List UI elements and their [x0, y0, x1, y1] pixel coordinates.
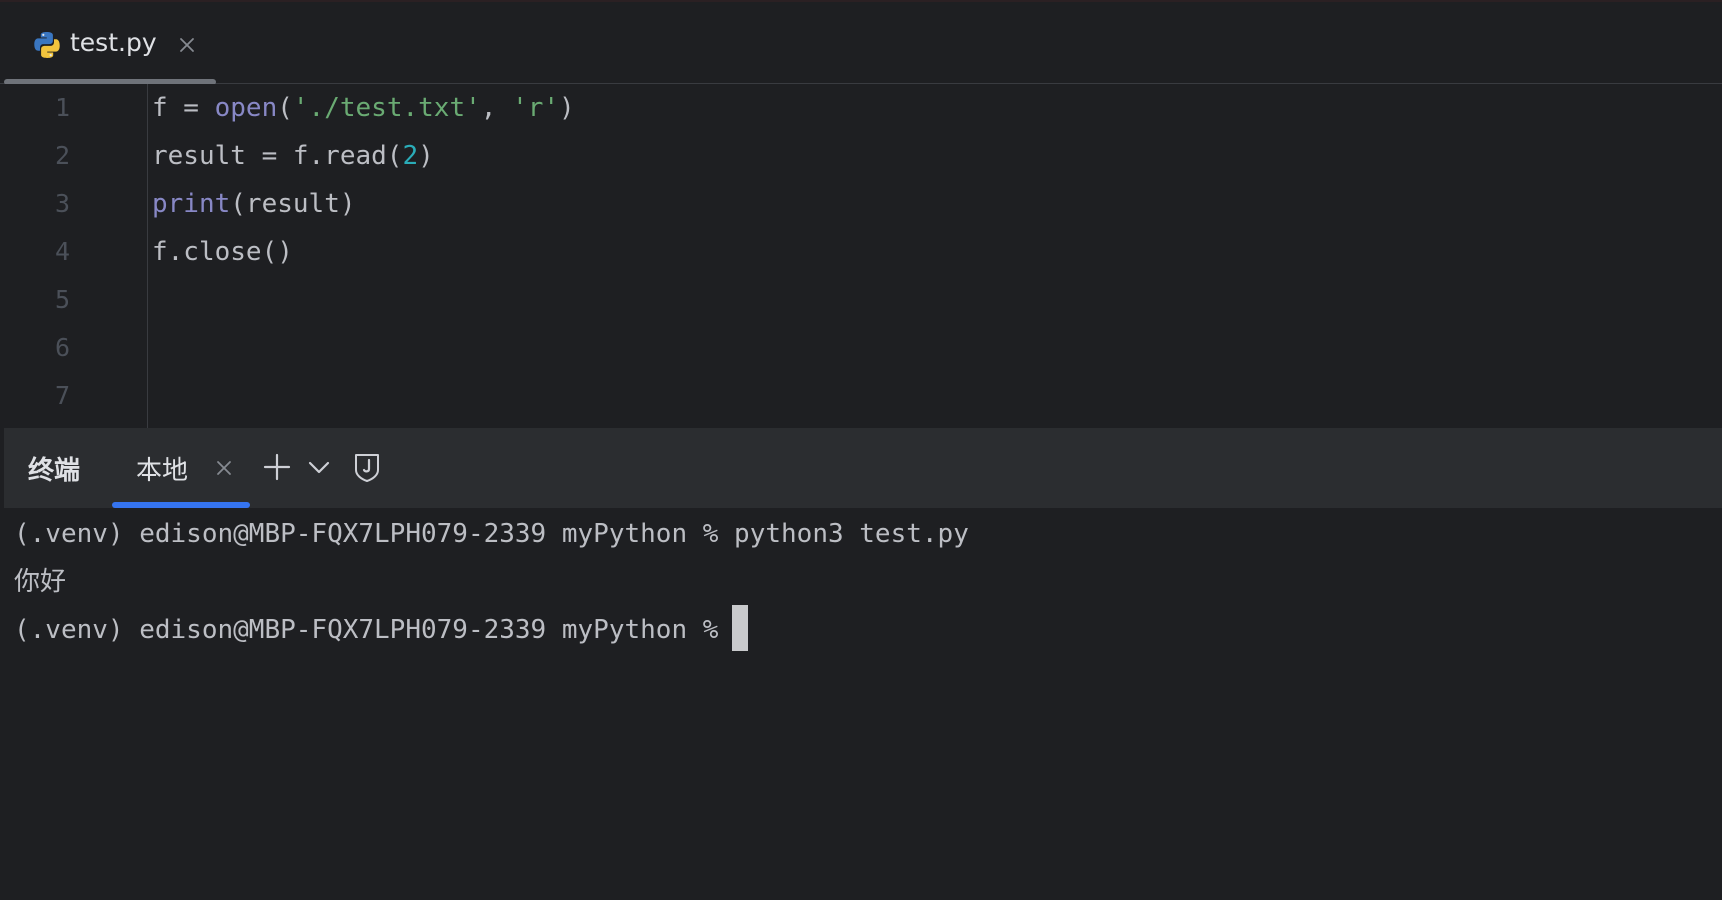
code-token: 2 [402, 141, 419, 171]
line-number: 5 [54, 285, 70, 314]
editor-tab-label: test.py [70, 28, 157, 57]
code-token: result = f.read( [152, 141, 403, 171]
code-token: './test.txt' [292, 93, 481, 123]
shield-icon[interactable] [350, 450, 384, 484]
code-token: ) [559, 93, 575, 123]
code-token: f = [152, 93, 215, 123]
close-icon[interactable] [174, 32, 200, 58]
editor-tab-test-py[interactable]: test.py [4, 2, 216, 85]
line-number: 7 [54, 381, 70, 410]
code-token: 'r' [512, 93, 560, 123]
line-number: 4 [54, 237, 70, 266]
code-line[interactable]: 4 f.close() [4, 228, 1704, 276]
code-token: ) [418, 141, 434, 171]
terminal-tab-local[interactable]: 本地 [112, 428, 250, 508]
editor-tab-bar: test.py [0, 2, 1722, 85]
code-token: ( [277, 93, 293, 123]
terminal-tab-label: 本地 [136, 456, 189, 486]
line-code: print(result) [152, 180, 356, 228]
terminal-prompt-line: (.venv) edison@MBP-FQX7LPH079-2339 myPyt… [14, 604, 749, 654]
close-icon[interactable] [212, 456, 236, 480]
code-line[interactable]: 6 [4, 324, 1704, 372]
terminal-line: (.venv) edison@MBP-FQX7LPH079-2339 myPyt… [14, 519, 969, 549]
line-number: 3 [54, 189, 70, 218]
line-number: 2 [54, 141, 70, 170]
code-line[interactable]: 2 result = f.read(2) [4, 132, 1704, 180]
code-line[interactable]: 3 print(result) [4, 180, 1704, 228]
terminal-cursor [732, 604, 749, 651]
plus-icon[interactable] [260, 450, 294, 484]
code-token: print [152, 189, 231, 219]
line-number: 6 [54, 333, 70, 362]
terminal-prompt: (.venv) edison@MBP-FQX7LPH079-2339 myPyt… [14, 615, 719, 645]
terminal-output[interactable]: (.venv) edison@MBP-FQX7LPH079-2339 myPyt… [4, 508, 1722, 900]
line-code: f = open('./test.txt', 'r') [152, 84, 575, 132]
code-token: , [480, 93, 513, 123]
code-line[interactable]: 5 [4, 276, 1704, 324]
code-token: (result) [230, 189, 356, 219]
terminal-line: 你好 [14, 567, 67, 597]
terminal-title: 终端 [28, 456, 81, 486]
terminal-tool-header: 终端 本地 [4, 428, 1722, 508]
code-line[interactable]: 7 [4, 372, 1704, 420]
code-line[interactable]: 1 f = open('./test.txt', 'r') [4, 84, 1704, 132]
python-icon [32, 30, 62, 60]
line-code: result = f.read(2) [152, 132, 434, 180]
line-code: f.close() [152, 228, 293, 276]
line-number: 1 [54, 93, 70, 122]
ide-window: test.py 1f = open('./test.txt', 'r') 2 res… [0, 0, 1722, 900]
chevron-down-icon[interactable] [302, 450, 336, 484]
code-token: open [214, 93, 278, 123]
code-editor[interactable]: 1f = open('./test.txt', 'r') 2 result = f.… [4, 84, 1722, 428]
code-token: f.close() [152, 237, 293, 267]
